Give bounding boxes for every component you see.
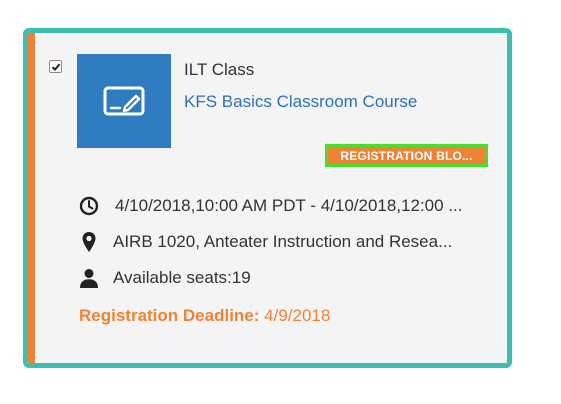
registration-status-badge: REGISTRATION BLO...: [325, 144, 488, 167]
course-title-link[interactable]: KFS Basics Classroom Course: [184, 92, 417, 112]
checkmark-icon: [51, 63, 60, 71]
course-type-label: ILT Class: [184, 60, 255, 79]
available-seats-text: Available seats:19: [113, 268, 251, 287]
map-pin-icon: [78, 231, 100, 253]
course-card[interactable]: ILT Class KFS Basics Classroom Course RE…: [23, 28, 512, 368]
date-row: 4/10/2018,10:00 AM PDT - 4/10/2018,12:00…: [78, 194, 463, 218]
select-checkbox[interactable]: [49, 60, 62, 73]
seats-row: Available seats:19: [78, 266, 251, 290]
clock-icon: [78, 195, 100, 217]
date-range-text: 4/10/2018,10:00 AM PDT - 4/10/2018,12:00…: [115, 196, 463, 215]
deadline-label: Registration Deadline:: [79, 306, 260, 325]
user-icon: [78, 267, 100, 289]
location-text: AIRB 1020, Anteater Instruction and Rese…: [113, 232, 453, 251]
course-thumbnail[interactable]: [77, 54, 171, 148]
card-accent-stripe: [28, 33, 35, 363]
registration-deadline: Registration Deadline: 4/9/2018: [79, 306, 330, 326]
classroom-whiteboard-icon: [103, 86, 145, 116]
deadline-value: 4/9/2018: [264, 306, 331, 325]
location-row: AIRB 1020, Anteater Instruction and Rese…: [78, 230, 452, 254]
